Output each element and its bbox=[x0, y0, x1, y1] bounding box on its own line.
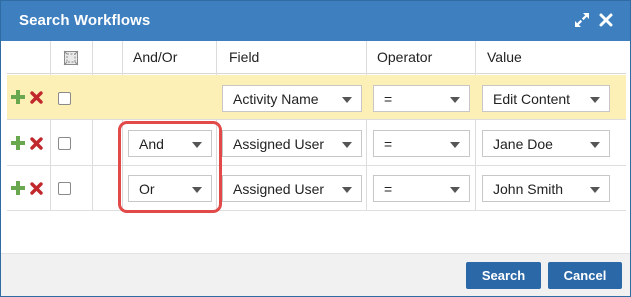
column-operator: Operator bbox=[377, 49, 433, 65]
value-select-value: Jane Doe bbox=[493, 136, 553, 152]
add-row-icon[interactable] bbox=[11, 136, 25, 150]
highlight-callout bbox=[118, 121, 222, 213]
table-header: And/Or Field Operator Value bbox=[7, 41, 626, 74]
operator-select[interactable]: = bbox=[373, 130, 470, 157]
row-checkbox[interactable] bbox=[58, 92, 71, 105]
row-actions bbox=[11, 136, 51, 152]
column-and-or: And/Or bbox=[133, 49, 178, 65]
chevron-down-icon bbox=[342, 187, 352, 193]
remove-row-icon[interactable] bbox=[30, 91, 43, 104]
chevron-down-icon bbox=[450, 187, 460, 193]
row-checkbox[interactable] bbox=[58, 137, 71, 150]
search-button[interactable]: Search bbox=[466, 262, 541, 289]
row-actions bbox=[11, 90, 51, 106]
add-row-icon[interactable] bbox=[11, 90, 25, 104]
table-row: Activity Name = Edit Content bbox=[7, 75, 626, 120]
row-checkbox[interactable] bbox=[58, 182, 71, 195]
value-select-value: Edit Content bbox=[493, 91, 571, 107]
chevron-down-icon bbox=[590, 142, 600, 148]
row-actions bbox=[11, 181, 51, 197]
field-select-value: Assigned User bbox=[233, 136, 325, 152]
field-select[interactable]: Assigned User bbox=[222, 130, 362, 157]
value-select[interactable]: Edit Content bbox=[482, 85, 610, 112]
value-select[interactable]: John Smith bbox=[482, 175, 610, 202]
dialog-footer: Search Cancel bbox=[1, 253, 630, 296]
value-select[interactable]: Jane Doe bbox=[482, 130, 610, 157]
cancel-button[interactable]: Cancel bbox=[548, 262, 622, 289]
field-select-value: Assigned User bbox=[233, 181, 325, 197]
table-row: And Assigned User = Jane Doe bbox=[7, 121, 626, 166]
dialog-titlebar[interactable]: Search Workflows bbox=[1, 1, 630, 41]
column-field: Field bbox=[229, 49, 260, 65]
value-select-value: John Smith bbox=[493, 181, 564, 197]
table-row: Or Assigned User = John Smith bbox=[7, 166, 626, 211]
chevron-down-icon bbox=[450, 97, 460, 103]
operator-select-value: = bbox=[384, 181, 393, 197]
expand-icon[interactable] bbox=[573, 11, 591, 29]
operator-select-value: = bbox=[384, 91, 393, 107]
chevron-down-icon bbox=[342, 142, 352, 148]
chevron-down-icon bbox=[342, 97, 352, 103]
chevron-down-icon bbox=[590, 97, 600, 103]
field-select[interactable]: Activity Name bbox=[222, 85, 362, 112]
operator-select-value: = bbox=[384, 136, 393, 152]
close-icon[interactable] bbox=[597, 11, 615, 29]
chevron-down-icon bbox=[590, 187, 600, 193]
column-value: Value bbox=[487, 49, 522, 65]
remove-row-icon[interactable] bbox=[30, 182, 43, 195]
add-row-icon[interactable] bbox=[11, 181, 25, 195]
chevron-down-icon bbox=[450, 142, 460, 148]
remove-row-icon[interactable] bbox=[30, 137, 43, 150]
search-workflows-dialog: Search Workflows And/Or Field Operator V… bbox=[0, 0, 631, 297]
dialog-title: Search Workflows bbox=[19, 12, 151, 29]
field-select[interactable]: Assigned User bbox=[222, 175, 362, 202]
field-select-value: Activity Name bbox=[233, 91, 319, 107]
operator-select[interactable]: = bbox=[373, 85, 470, 112]
operator-select[interactable]: = bbox=[373, 175, 470, 202]
